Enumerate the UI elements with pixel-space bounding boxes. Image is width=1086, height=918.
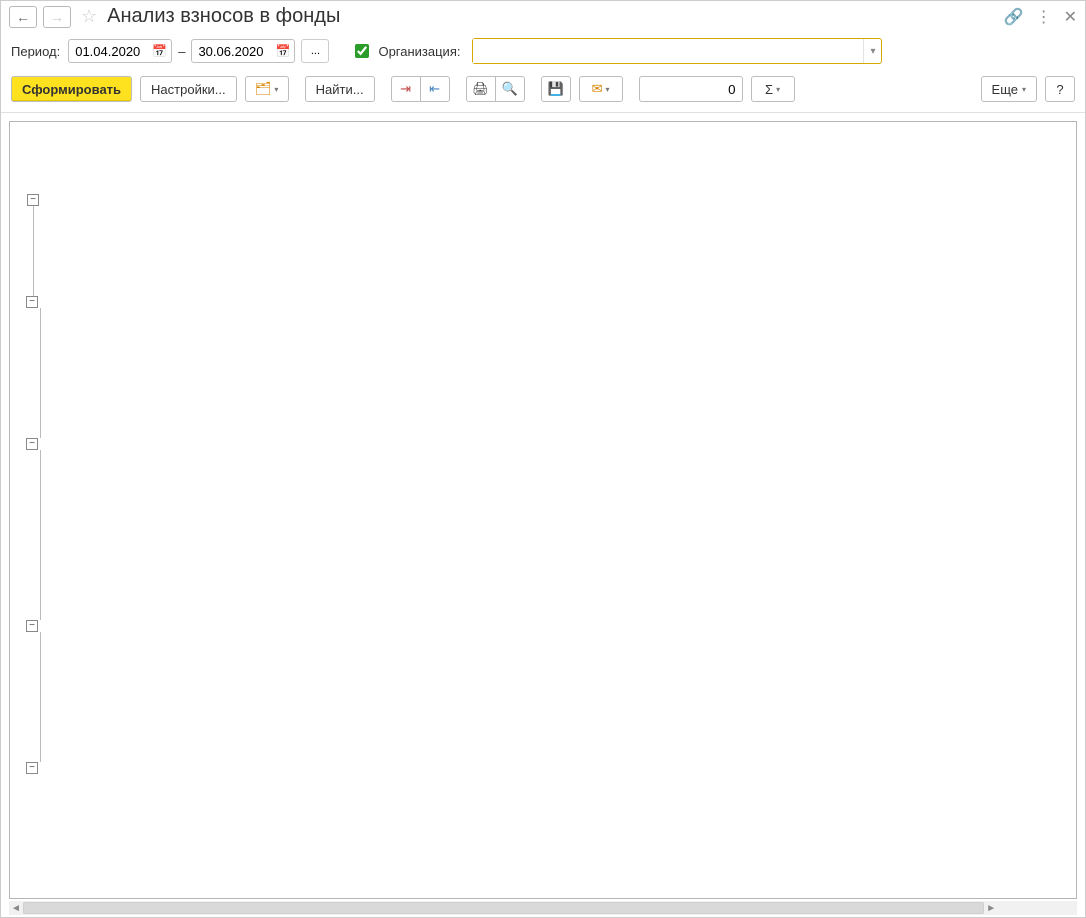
close-icon[interactable]: ✕ xyxy=(1064,7,1077,27)
save-button[interactable]: 💾 xyxy=(541,76,571,102)
find-button[interactable]: Найти... xyxy=(305,76,375,102)
org-label: Организация: xyxy=(378,44,460,59)
date-to-field[interactable]: 📅 xyxy=(191,39,295,63)
nav-forward-button[interactable]: → xyxy=(43,6,71,28)
outline-toggle[interactable]: − xyxy=(26,620,38,632)
menu-dots-icon[interactable]: ⋮ xyxy=(1036,7,1052,27)
settings-button[interactable]: Настройки... xyxy=(140,76,237,102)
outline-gutter: − − − − − xyxy=(12,128,54,774)
more-label: Еще xyxy=(992,82,1018,97)
outline-toggle[interactable]: − xyxy=(27,194,39,206)
date-to-input[interactable] xyxy=(196,43,266,60)
expand-all-button[interactable]: ⇥ xyxy=(391,76,421,102)
period-picker-button[interactable]: ... xyxy=(301,39,329,63)
generate-button[interactable]: Сформировать xyxy=(11,76,132,102)
scroll-right-icon[interactable]: ► xyxy=(984,903,998,914)
favorite-star-icon[interactable]: ☆ xyxy=(81,6,97,27)
outline-toggle[interactable]: − xyxy=(26,438,38,450)
calendar-icon[interactable]: 📅 xyxy=(152,44,167,58)
scroll-thumb[interactable] xyxy=(23,902,984,914)
print-button[interactable]: 🖨 xyxy=(466,76,496,102)
date-from-field[interactable]: 📅 xyxy=(68,39,172,63)
report-scroll-area[interactable]: − − − − − xyxy=(9,121,1077,899)
sigma-button[interactable]: Σ▾ xyxy=(751,76,795,102)
nav-back-button[interactable]: ← xyxy=(9,6,37,28)
sum-field[interactable] xyxy=(639,76,743,102)
mail-button[interactable]: ✉▾ xyxy=(579,76,623,102)
date-dash: – xyxy=(178,44,185,59)
scroll-left-icon[interactable]: ◄ xyxy=(9,903,23,914)
period-label: Период: xyxy=(11,44,60,59)
outline-toggle[interactable]: − xyxy=(26,762,38,774)
outline-toggle[interactable]: − xyxy=(26,296,38,308)
preview-button[interactable]: 🔍 xyxy=(495,76,525,102)
horizontal-scrollbar[interactable]: ◄ ► xyxy=(9,901,1077,915)
more-button[interactable]: Еще ▾ xyxy=(981,76,1037,102)
org-field[interactable]: ▾ xyxy=(472,38,882,64)
org-dropdown-icon[interactable]: ▾ xyxy=(863,39,881,63)
org-input[interactable] xyxy=(473,39,863,63)
org-checkbox[interactable] xyxy=(355,44,369,58)
calendar-icon[interactable]: 📅 xyxy=(276,44,291,58)
window-title: Анализ взносов в фонды xyxy=(107,5,340,28)
variants-button[interactable]: 🗂▾ xyxy=(245,76,289,102)
link-icon[interactable]: 🔗 xyxy=(1004,7,1024,27)
collapse-all-button[interactable]: ⇤ xyxy=(420,76,450,102)
help-button[interactable]: ? xyxy=(1045,76,1075,102)
date-from-input[interactable] xyxy=(73,43,143,60)
